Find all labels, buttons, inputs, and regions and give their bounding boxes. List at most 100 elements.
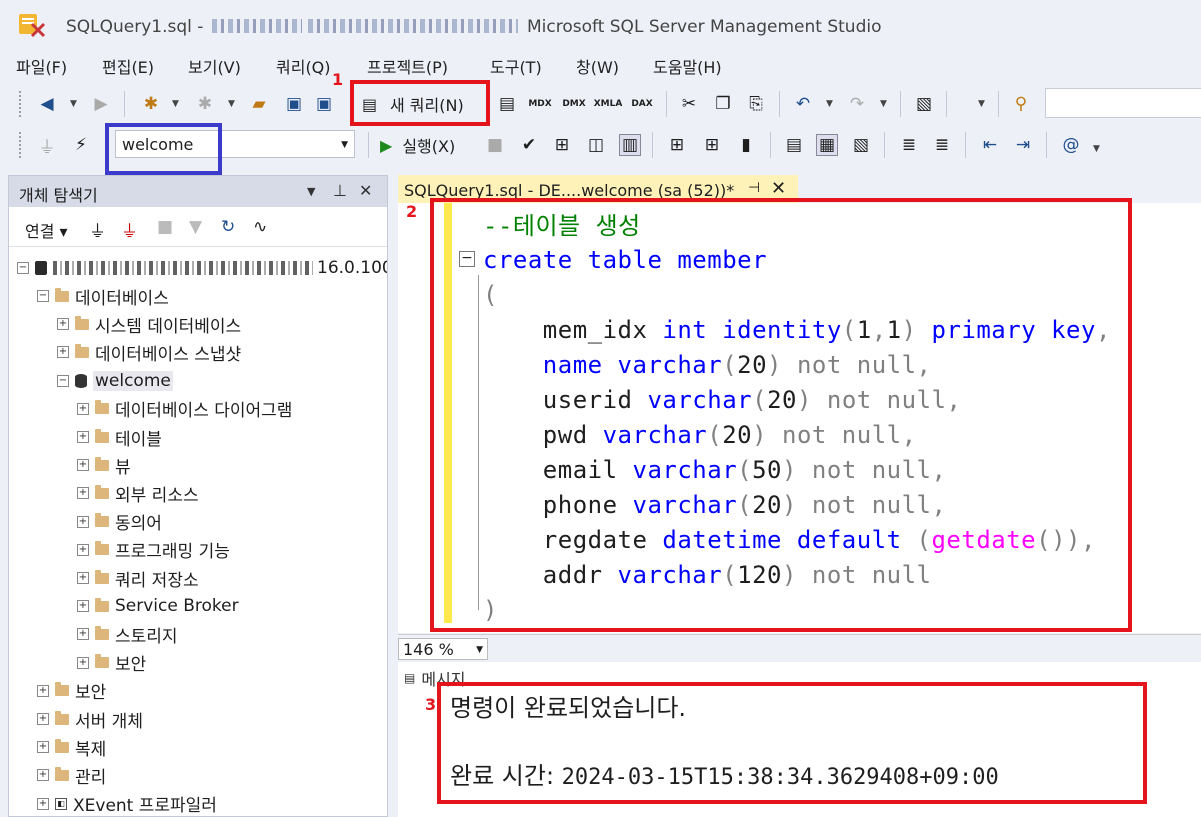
toolbar-overflow-icon[interactable]: ▼ [1093, 144, 1100, 154]
expand-icon[interactable]: + [37, 741, 49, 754]
save-all-icon[interactable]: ▣ [313, 93, 335, 115]
find-in-files-icon[interactable]: ⚲ [1010, 93, 1032, 115]
menu-view[interactable]: 보기(V) [188, 54, 241, 78]
back-dropdown-icon[interactable]: ▼ [70, 99, 77, 109]
activity-monitor-icon[interactable]: ∿ [253, 217, 267, 237]
tab-close-icon[interactable]: ✕ [771, 178, 786, 199]
tree-node[interactable]: + 서버 개체 [37, 705, 143, 733]
expand-icon[interactable]: + [77, 487, 89, 500]
expand-icon[interactable]: + [37, 769, 49, 782]
results-to-text-icon[interactable]: ▤ [783, 134, 805, 156]
results-to-file-icon[interactable]: ▧ [850, 134, 872, 156]
expand-icon[interactable]: + [77, 459, 89, 472]
xmla-query-icon[interactable]: XMLA [594, 93, 623, 115]
menu-file[interactable]: 파일(F) [16, 54, 67, 78]
panel-splitter[interactable] [388, 175, 398, 817]
menu-help[interactable]: 도움말(H) [653, 54, 722, 78]
tree-node[interactable]: + Service Broker [77, 592, 239, 620]
expand-icon[interactable]: + [77, 572, 89, 584]
uncomment-lines-icon[interactable]: ≣ [931, 134, 953, 156]
tab-pin-icon[interactable]: ⊣ [748, 180, 760, 196]
live-query-stats-icon[interactable]: ⊞ [701, 134, 723, 156]
menu-query[interactable]: 쿼리(Q) [276, 54, 331, 78]
expand-icon[interactable]: + [77, 656, 89, 669]
parse-checkmark-icon[interactable]: ✔ [518, 134, 540, 156]
zoom-select[interactable]: 146 % ▼ [398, 638, 488, 660]
add-item-icon[interactable]: ✱ [194, 93, 216, 115]
close-icon[interactable]: ✕ [359, 181, 372, 200]
dax-query-icon[interactable]: DAX [631, 93, 653, 115]
panel-menu-icon[interactable]: ▼ [307, 185, 315, 198]
tree-node[interactable]: + 뷰 [77, 451, 131, 479]
tree-server-node[interactable]: − 16.0.100 [17, 254, 387, 282]
expand-icon[interactable]: + [77, 543, 89, 556]
save-icon[interactable]: ▣ [283, 93, 305, 115]
undo-dropdown-icon[interactable]: ▼ [826, 99, 833, 109]
results-to-grid-icon[interactable]: ▦ [816, 134, 838, 156]
expand-icon[interactable]: + [37, 713, 49, 725]
solution-config-dropdown-icon[interactable]: ▼ [978, 99, 985, 109]
tree-node[interactable]: − 데이터베이스 [37, 282, 169, 310]
tree-node[interactable]: + 외부 리소스 [77, 479, 199, 507]
query-options-icon[interactable]: ◫ [585, 134, 607, 156]
tree-node[interactable]: + 관리 [37, 761, 106, 789]
tree-node[interactable]: + 데이터베이스 다이어그램 [77, 395, 292, 423]
toolbar-grip[interactable] [18, 90, 22, 118]
expand-icon[interactable]: + [77, 402, 89, 415]
tree-node[interactable]: + 시스템 데이터베이스 [57, 310, 241, 338]
connect-dropdown[interactable]: 연결 ▾ [25, 218, 68, 242]
comment-lines-icon[interactable]: ≣ [898, 134, 920, 156]
back-icon[interactable]: ◀ [36, 93, 58, 115]
activity-monitor-icon[interactable]: ▧ [913, 93, 935, 115]
menu-project[interactable]: 프로젝트(P) [367, 54, 448, 78]
increase-indent-icon[interactable]: ⇥ [1012, 134, 1034, 156]
disconnect-icon[interactable]: ⏚ [121, 217, 138, 242]
tree-node[interactable]: + ◧ XEvent 프로파일러 [37, 790, 217, 817]
decrease-indent-icon[interactable]: ⇤ [979, 134, 1001, 156]
new-project-icon[interactable]: ✱ [140, 93, 162, 115]
add-item-dropdown-icon[interactable]: ▼ [228, 99, 235, 109]
connect-icon[interactable]: ⏚ [36, 134, 58, 158]
redo-dropdown-icon[interactable]: ▼ [880, 99, 887, 109]
tree-node[interactable]: + 쿼리 저장소 [77, 564, 199, 592]
expand-icon[interactable]: + [77, 431, 89, 443]
collapse-icon[interactable]: − [17, 262, 29, 274]
execute-button[interactable]: ▶ 실행(X) [380, 130, 455, 160]
client-statistics-icon[interactable]: ▮ [735, 134, 757, 156]
change-connection-icon[interactable]: ⚡ [70, 134, 92, 156]
expand-icon[interactable]: + [77, 600, 89, 613]
expand-icon[interactable]: + [77, 628, 89, 641]
toolbar-grip-2[interactable] [18, 131, 22, 159]
copy-icon[interactable]: ❐ [712, 93, 734, 115]
tree-node[interactable]: + 보안 [77, 649, 146, 677]
tree-node[interactable]: + 테이블 [77, 423, 162, 451]
tree-node[interactable]: + 동의어 [77, 508, 162, 536]
pin-icon[interactable]: ⊥ [333, 181, 347, 200]
redo-icon[interactable]: ↷ [846, 93, 868, 115]
include-actual-plan-icon[interactable]: ⊞ [666, 134, 688, 156]
expand-icon[interactable]: + [77, 515, 89, 528]
database-engine-query-icon[interactable]: ▤ [496, 93, 518, 115]
tree-node[interactable]: + 복제 [37, 733, 106, 761]
expand-icon[interactable]: + [37, 797, 49, 810]
refresh-icon[interactable]: ↻ [221, 217, 235, 237]
tree-node[interactable]: + 스토리지 [77, 620, 178, 648]
expand-icon[interactable]: + [57, 318, 69, 331]
menu-edit[interactable]: 편집(E) [102, 54, 154, 78]
menu-window[interactable]: 창(W) [576, 54, 619, 78]
intellisense-toggle-icon[interactable]: ▥ [619, 134, 641, 156]
filter-icon[interactable]: ▼ [189, 217, 202, 237]
mdx-query-icon[interactable]: MDX [528, 93, 551, 115]
collapse-icon[interactable]: − [37, 290, 49, 302]
tree-node[interactable]: + 데이터베이스 스냅샷 [57, 338, 241, 366]
tree-node[interactable]: − welcome [57, 367, 173, 395]
toolbar-search-input[interactable] [1045, 88, 1201, 118]
cut-icon[interactable]: ✂ [678, 93, 700, 115]
collapse-icon[interactable]: − [57, 374, 69, 387]
menu-tools[interactable]: 도구(T) [490, 54, 542, 78]
specify-template-params-icon[interactable]: @ [1060, 134, 1082, 156]
new-project-dropdown-icon[interactable]: ▼ [172, 99, 179, 109]
cancel-query-icon[interactable]: ■ [484, 134, 506, 156]
connect-object-explorer-icon[interactable]: ⏚ [89, 217, 106, 242]
forward-icon[interactable]: ▶ [90, 93, 112, 115]
